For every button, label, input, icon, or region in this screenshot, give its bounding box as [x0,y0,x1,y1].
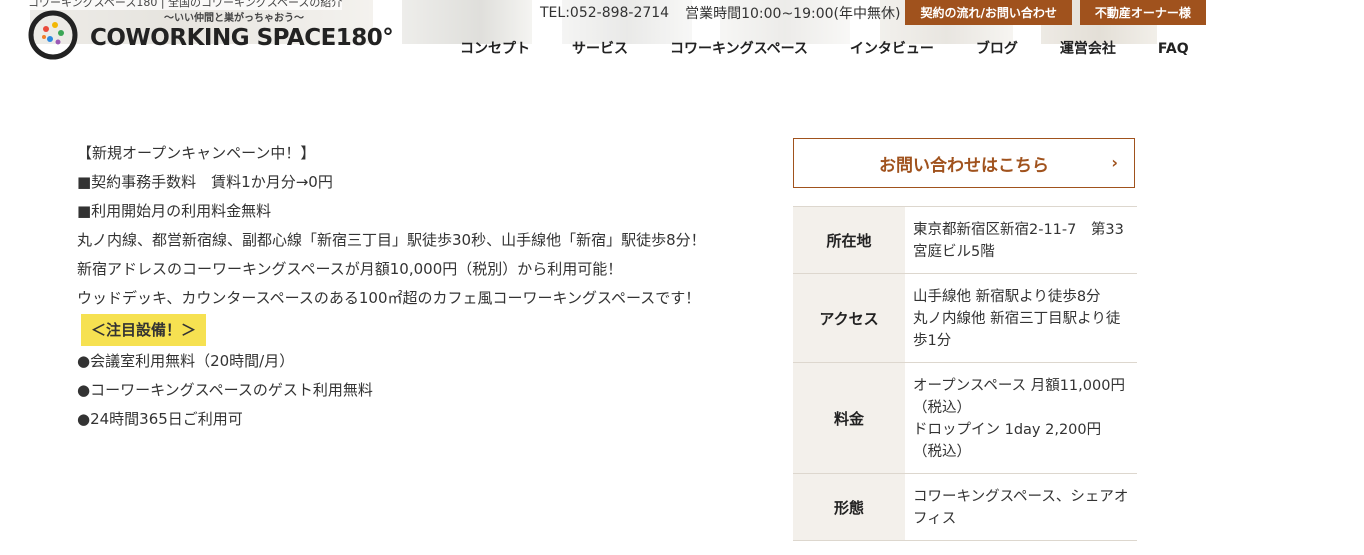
campaign-fee-line: ■契約事務手数料 賃料1か月分→0円 [77,173,333,191]
nav-item-blog[interactable]: ブログ [976,38,1018,60]
campaign-free-line: ■利用開始月の利用料金無料 [77,202,272,220]
info-label: アクセス [793,273,905,363]
table-row: 所在地 東京都新宿区新宿2-11-7 第33宮庭ビル5階 [793,206,1137,274]
owner-button[interactable]: 不動産オーナー様 [1079,0,1206,25]
contact-us-label: お問い合わせはこちら [879,155,1049,176]
table-row: 料金 オープンスペース 月額11,000円（税込） ドロップイン 1day 2,… [793,362,1137,474]
site-logo[interactable]: COWORKING SPACE180° [28,8,394,62]
phone-number[interactable]: TEL:052-898-2714 [540,5,669,21]
main-nav: コンセプト サービス コワーキングスペース インタビュー ブログ 運営会社 FA… [460,38,1189,60]
price-description: 新宿アドレスのコーワーキングスペースが月額10,000円（税別）から利用可能！ [77,260,623,278]
nav-item-coworking[interactable]: コワーキングスペース [670,38,808,60]
info-label: 料金 [793,362,905,474]
campaign-heading: 【新規オープンキャンペーン中！】 [77,144,316,162]
header-topbar: TEL:052-898-2714 営業時間10:00~19:00(年中無休) 契… [540,0,1206,25]
logo-text: COWORKING SPACE180° [90,25,394,51]
table-row: 形態 コワーキングスペース、シェアオフィス [793,473,1137,541]
feature-item: ●コーワーキングスペースのゲスト利用無料 [77,381,373,399]
info-value: 山手線他 新宿駅より徒歩8分 丸ノ内線他 新宿三丁目駅より徒歩1分 [905,273,1137,363]
space-info-table: 所在地 東京都新宿区新宿2-11-7 第33宮庭ビル5階 アクセス 山手線他 新… [793,206,1137,541]
chevron-right-icon: › [1111,153,1118,172]
business-hours: 営業時間10:00~19:00(年中無休) [685,5,901,22]
nav-item-company[interactable]: 運営会社 [1060,38,1116,60]
info-value: コワーキングスペース、シェアオフィス [905,473,1137,541]
info-label: 形態 [793,473,905,541]
info-value: オープンスペース 月額11,000円（税込） ドロップイン 1day 2,200… [905,362,1137,474]
highlight-row: ＜注目設備！＞ [77,313,757,347]
info-label: 所在地 [793,206,905,274]
feature-item: ●24時間365日ご利用可 [77,410,243,428]
contact-us-button[interactable]: お問い合わせはこちら › [793,138,1135,188]
feature-highlight-badge: ＜注目設備！＞ [81,314,207,346]
table-row: アクセス 山手線他 新宿駅より徒歩8分 丸ノ内線他 新宿三丁目駅より徒歩1分 [793,273,1137,363]
access-description: 丸ノ内線、都営新宿線、副都心線「新宿三丁目」駅徒歩30秒、山手線他「新宿」駅徒歩… [77,231,706,249]
feature-item: ●会議室利用無料（20時間/月） [77,352,295,370]
logo-mark-icon [28,10,78,60]
space-description: 【新規オープンキャンペーン中！】 ■契約事務手数料 賃料1か月分→0円 ■利用開… [77,139,757,434]
contact-flow-button[interactable]: 契約の流れ/お問い合わせ [905,0,1072,25]
nav-item-concept[interactable]: コンセプト [460,38,530,60]
nav-item-faq[interactable]: FAQ [1158,38,1189,60]
nav-item-service[interactable]: サービス [572,38,628,60]
space-description-line: ウッドデッキ、カウンタースペースのある100㎡超のカフェ風コーワーキングスペース… [77,289,701,307]
nav-item-interview[interactable]: インタビュー [850,38,934,60]
info-value: 東京都新宿区新宿2-11-7 第33宮庭ビル5階 [905,206,1137,274]
